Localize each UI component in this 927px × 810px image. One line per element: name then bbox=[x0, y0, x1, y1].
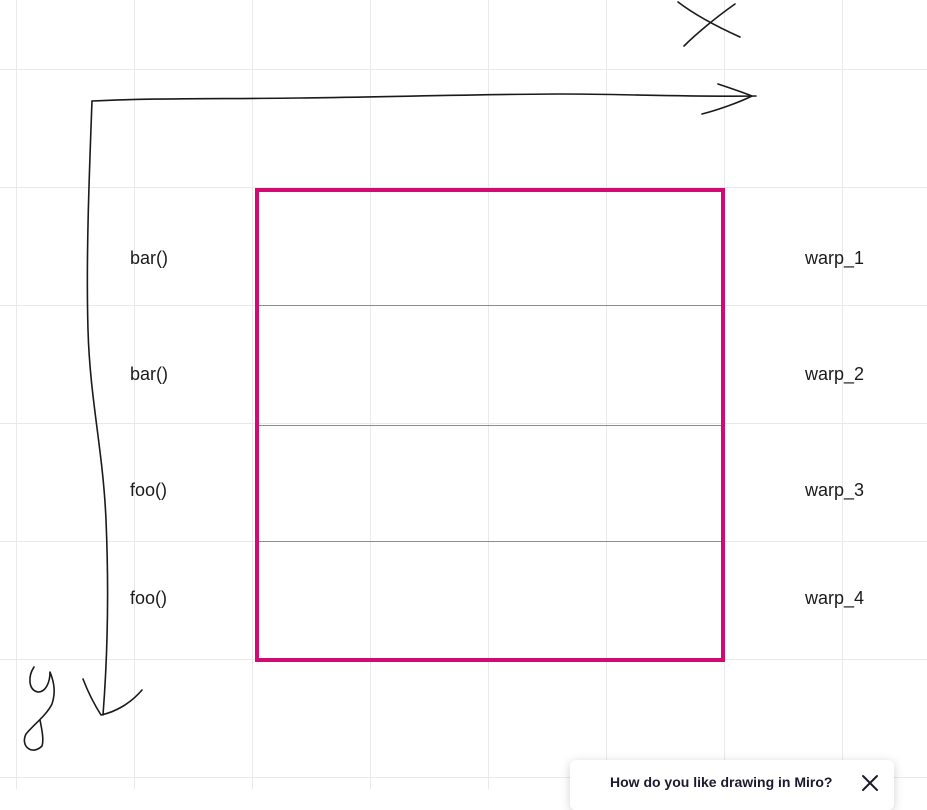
row-divider bbox=[259, 305, 721, 306]
warp-label[interactable]: warp_3 bbox=[805, 480, 864, 500]
warp-label[interactable]: warp_2 bbox=[805, 364, 864, 384]
row-divider bbox=[259, 541, 721, 542]
row-divider bbox=[259, 425, 721, 426]
close-icon[interactable] bbox=[860, 773, 880, 793]
warp-label[interactable]: warp_4 bbox=[805, 588, 864, 608]
whiteboard-canvas[interactable]: bar() bar() foo() foo() warp_1 warp_2 wa… bbox=[0, 0, 927, 789]
x-axis-line[interactable] bbox=[91, 93, 757, 102]
warp-label[interactable]: warp_1 bbox=[805, 248, 864, 268]
y-axis-arrowhead[interactable] bbox=[82, 678, 143, 716]
function-label[interactable]: bar() bbox=[130, 248, 168, 268]
function-label[interactable]: foo() bbox=[130, 588, 167, 608]
y-letter-sketch[interactable] bbox=[23, 666, 55, 751]
function-label[interactable]: foo() bbox=[130, 480, 167, 500]
warp-frame[interactable] bbox=[255, 188, 725, 662]
x-axis-arrowhead[interactable] bbox=[701, 83, 753, 115]
feedback-toast: How do you like drawing in Miro? bbox=[570, 760, 894, 810]
function-label[interactable]: bar() bbox=[130, 364, 168, 384]
x-letter-sketch[interactable] bbox=[677, 1, 741, 47]
y-axis-line[interactable] bbox=[86, 100, 109, 716]
feedback-question: How do you like drawing in Miro? bbox=[610, 774, 833, 790]
